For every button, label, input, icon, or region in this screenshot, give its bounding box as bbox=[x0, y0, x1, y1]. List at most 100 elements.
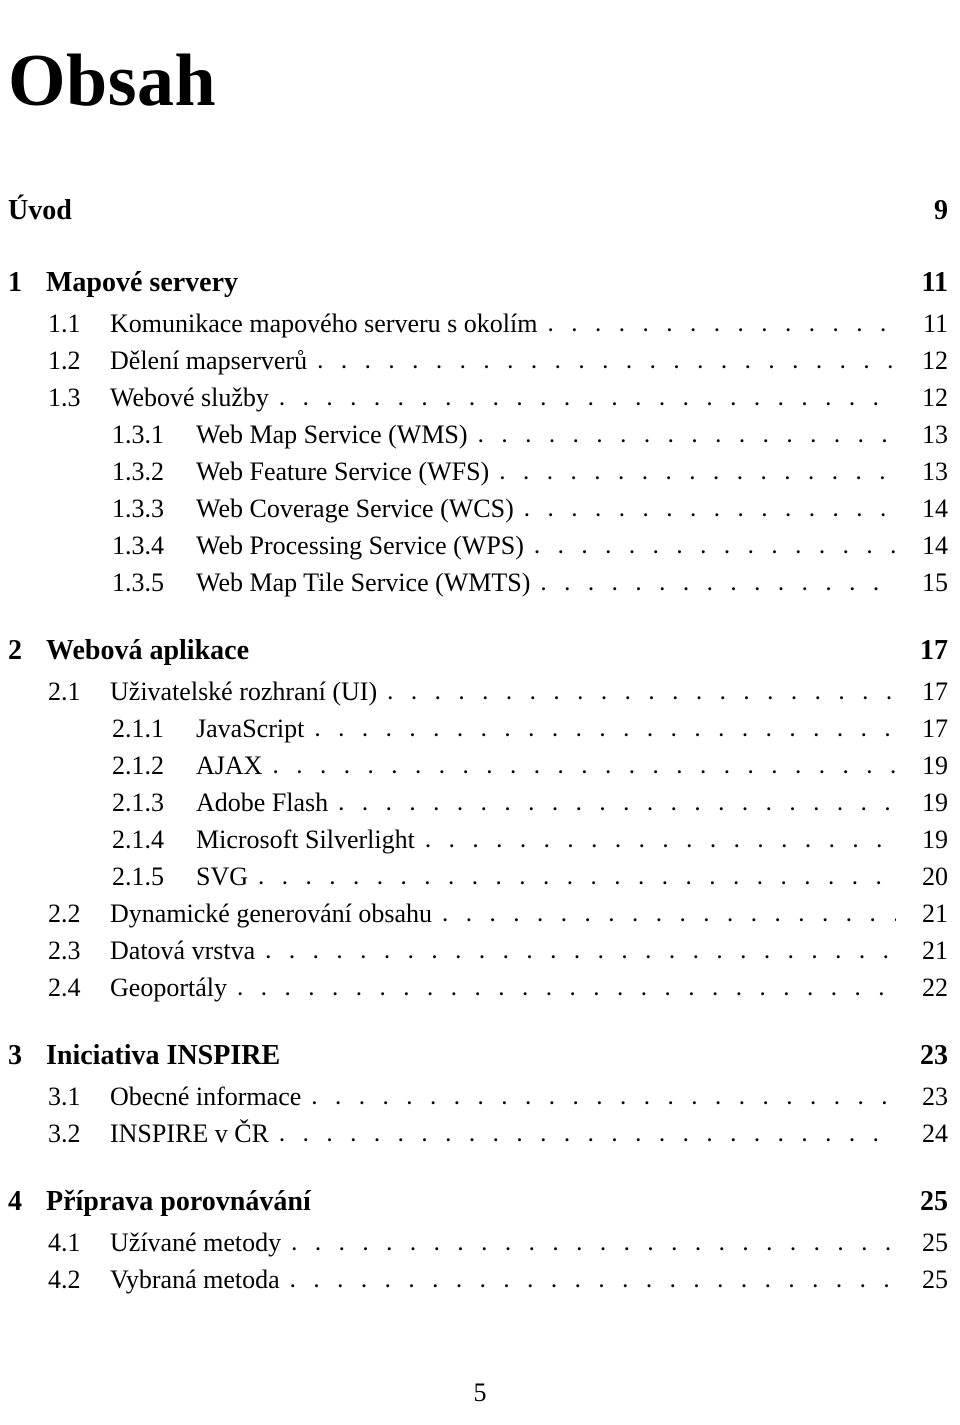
toc-dot-leader: ........................................… bbox=[547, 310, 896, 337]
toc-entry[interactable]: 3.2 INSPIRE v ČR.........................… bbox=[0, 1119, 948, 1156]
toc-entry-page-number: 17 bbox=[922, 714, 948, 743]
toc-dot-leader: ........................................… bbox=[442, 900, 896, 927]
toc-entry-number: 2.1.3 bbox=[112, 788, 164, 817]
toc-entry-page-number: 14 bbox=[922, 494, 948, 523]
toc-entry-title: Užívané metody bbox=[110, 1228, 282, 1257]
toc-entry-title: Iniciativa INSPIRE bbox=[46, 1040, 281, 1071]
toc-dot-leader: ........................................… bbox=[533, 532, 896, 559]
toc-entry-title: Adobe Flash bbox=[196, 788, 329, 817]
toc-entry-page-number: 24 bbox=[922, 1119, 948, 1148]
toc-entry-number: 3.1 bbox=[48, 1082, 81, 1111]
toc-dot-leader: ........................................… bbox=[272, 752, 896, 779]
toc-entry-number: 4 bbox=[8, 1186, 22, 1217]
toc-dot-leader: ........................................… bbox=[289, 1266, 896, 1293]
toc-entry[interactable]: 4Příprava porovnávání...................… bbox=[0, 1186, 948, 1228]
toc-entry[interactable]: 1.1 Komunikace mapového serveru s okolím.… bbox=[0, 309, 948, 346]
toc-entry-number: 2.1.2 bbox=[112, 751, 164, 780]
toc-entry-title: SVG bbox=[196, 862, 249, 891]
toc-entry[interactable]: 1.3.3 Web Coverage Service (WCS).........… bbox=[0, 494, 948, 531]
toc-entry[interactable]: 3Iniciativa INSPIRE.....................… bbox=[0, 1040, 948, 1082]
toc-entry-page-number: 12 bbox=[922, 383, 948, 412]
toc-entry-page-number: 20 bbox=[922, 862, 948, 891]
toc-entry-title: JavaScript bbox=[196, 714, 305, 743]
toc-entry-number: 1.3.5 bbox=[112, 568, 164, 597]
toc-entry-page-number: 23 bbox=[920, 1040, 948, 1071]
toc-entry-number: 2.1.5 bbox=[112, 862, 164, 891]
toc-entry[interactable]: 2.2 Dynamické generování obsahu..........… bbox=[0, 899, 948, 936]
toc-entry[interactable]: 1.3.2 Web Feature Service (WFS)..........… bbox=[0, 457, 948, 494]
toc-dot-leader: ........................................… bbox=[314, 715, 896, 742]
toc-entry-title: Microsoft Silverlight bbox=[196, 825, 415, 854]
toc-entry-page-number: 19 bbox=[922, 788, 948, 817]
toc-entry-title: Úvod bbox=[8, 195, 72, 226]
toc-entry-number: 1.3.2 bbox=[112, 457, 164, 486]
toc-entry-page-number: 15 bbox=[922, 568, 948, 597]
toc-entry-title: Webové služby bbox=[110, 383, 269, 412]
toc-entry[interactable]: 2.4 Geoportály...........................… bbox=[0, 973, 948, 1010]
toc-entry-page-number: 23 bbox=[922, 1082, 948, 1111]
toc-dot-leader: ........................................… bbox=[387, 678, 896, 705]
toc-entry-number: 1.3.4 bbox=[112, 531, 164, 560]
toc-entry-page-number: 13 bbox=[922, 457, 948, 486]
toc-entry-page-number: 12 bbox=[922, 346, 948, 375]
toc-entry[interactable]: 2Webová aplikace........................… bbox=[0, 635, 948, 677]
toc-entry-page-number: 9 bbox=[934, 195, 948, 226]
toc-entry-number: 1.3.1 bbox=[112, 420, 164, 449]
toc-dot-leader: ........................................… bbox=[338, 789, 896, 816]
toc-entry-page-number: 14 bbox=[922, 531, 948, 560]
toc-entry[interactable]: 2.1.5 SVG................................… bbox=[0, 862, 948, 899]
toc-entry[interactable]: 1.3.1 Web Map Service (WMS)..............… bbox=[0, 420, 948, 457]
toc-entry-number: 1.3.3 bbox=[112, 494, 164, 523]
toc-entry-number: 4.2 bbox=[48, 1265, 81, 1294]
footer-page-number: 5 bbox=[473, 1378, 487, 1407]
toc-entry-number: 4.1 bbox=[48, 1228, 81, 1257]
toc-entry[interactable]: 2.1.4 Microsoft Silverlight..............… bbox=[0, 825, 948, 862]
toc-entry-title: Web Coverage Service (WCS) bbox=[196, 494, 514, 523]
toc-entry-page-number: 11 bbox=[922, 309, 948, 338]
toc-entry[interactable]: 2.1.3 Adobe Flash........................… bbox=[0, 788, 948, 825]
toc-entry[interactable]: 1.2 Dělení mapserverů....................… bbox=[0, 346, 948, 383]
toc-entry-number: 2.1.1 bbox=[112, 714, 164, 743]
toc-entry[interactable]: 2.1.2 AJAX...............................… bbox=[0, 751, 948, 788]
toc-dot-leader: ........................................… bbox=[540, 569, 896, 596]
toc-entry-number: 2.1.4 bbox=[112, 825, 164, 854]
toc-entry-title: Dynamické generování obsahu bbox=[110, 899, 433, 928]
toc-entry-title: Web Map Tile Service (WMTS) bbox=[196, 568, 531, 597]
toc-entry-page-number: 19 bbox=[922, 751, 948, 780]
toc-entry-page-number: 25 bbox=[922, 1228, 948, 1257]
toc-entry[interactable]: 2.1.1 JavaScript.........................… bbox=[0, 714, 948, 751]
toc-entry-title: Web Processing Service (WPS) bbox=[196, 531, 524, 560]
toc-entry-number: 3 bbox=[8, 1040, 22, 1071]
toc-entry-number: 2.4 bbox=[48, 973, 81, 1002]
toc-entry-title: Komunikace mapového serveru s okolím bbox=[110, 309, 538, 338]
toc-entry-title: AJAX bbox=[196, 751, 263, 780]
toc-entry[interactable]: 1.3.4 Web Processing Service (WPS).......… bbox=[0, 531, 948, 568]
toc-entry-title: Uživatelské rozhraní (UI) bbox=[110, 677, 378, 706]
toc-entry-title: Web Map Service (WMS) bbox=[196, 420, 468, 449]
toc-entry-page-number: 17 bbox=[920, 635, 948, 666]
toc-entry-title: Datová vrstva bbox=[110, 936, 256, 965]
toc-entry-page-number: 17 bbox=[922, 677, 948, 706]
toc-entry[interactable]: 2.1 Uživatelské rozhraní (UI)............… bbox=[0, 677, 948, 714]
toc-entry[interactable]: Úvod....................................… bbox=[0, 195, 948, 237]
toc-entry[interactable]: 1Mapové servery.........................… bbox=[0, 267, 948, 309]
toc-entry-title: Webová aplikace bbox=[46, 635, 250, 666]
toc-entry[interactable]: 4.1 Užívané metody.......................… bbox=[0, 1228, 948, 1265]
toc-entry-title: INSPIRE v ČR bbox=[110, 1119, 269, 1148]
toc-entry-number: 2.2 bbox=[48, 899, 81, 928]
toc-dot-leader: ........................................… bbox=[523, 495, 896, 522]
toc-entry-page-number: 25 bbox=[922, 1265, 948, 1294]
toc-entry[interactable]: 2.3 Datová vrstva........................… bbox=[0, 936, 948, 973]
toc-entry-number: 1 bbox=[8, 267, 22, 298]
toc-entry[interactable]: 3.1 Obecné informace.....................… bbox=[0, 1082, 948, 1119]
toc-entry[interactable]: 1.3.5 Web Map Tile Service (WMTS)........… bbox=[0, 568, 948, 605]
toc-dot-leader: ........................................… bbox=[278, 384, 896, 411]
toc-entry-number: 3.2 bbox=[48, 1119, 81, 1148]
toc-entry-title: Geoportály bbox=[110, 973, 227, 1002]
toc-entry-title: Web Feature Service (WFS) bbox=[196, 457, 490, 486]
toc-entry-title: Dělení mapserverů bbox=[110, 346, 308, 375]
toc-entry[interactable]: 4.2 Vybraná metoda.......................… bbox=[0, 1265, 948, 1302]
toc-entry[interactable]: 1.3 Webové služby........................… bbox=[0, 383, 948, 420]
toc-entry-number: 2.3 bbox=[48, 936, 81, 965]
toc-dot-leader: ........................................… bbox=[291, 1229, 896, 1256]
